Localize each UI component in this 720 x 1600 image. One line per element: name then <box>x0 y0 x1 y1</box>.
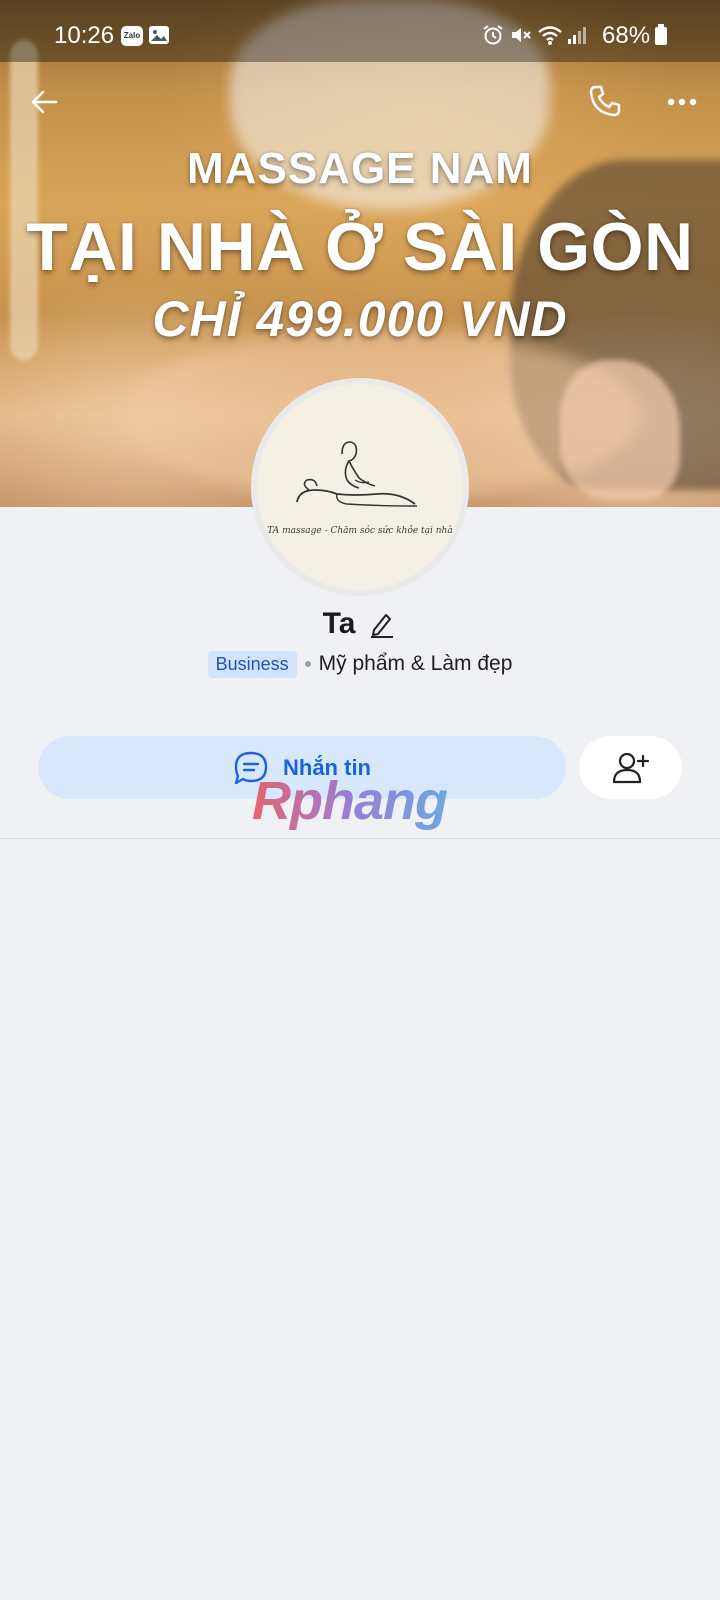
watermark: Rphang <box>252 770 472 831</box>
more-options-button[interactable] <box>660 80 704 124</box>
zalo-icon: Zalo <box>121 26 143 46</box>
separator-dot <box>304 661 311 667</box>
image-icon <box>149 26 169 44</box>
back-button[interactable] <box>22 80 66 124</box>
alarm-icon <box>483 25 503 45</box>
edit-name-button[interactable] <box>367 609 397 639</box>
cover-headline-1: MASSAGE NAM <box>187 144 533 193</box>
signal-icon <box>568 27 586 44</box>
massage-logo-icon <box>296 441 418 507</box>
profile-meta-row: Business Mỹ phẩm & Làm đẹp <box>0 649 720 679</box>
battery-percent: 68% <box>602 22 651 49</box>
profile-name: Ta <box>322 607 356 640</box>
add-user-icon <box>612 752 649 783</box>
cover-shape <box>560 360 680 500</box>
profile-name-row: Ta <box>0 604 720 644</box>
avatar[interactable]: TA massage - Chăm sóc sức khỏe tại nhà <box>251 378 469 596</box>
cover-price: CHỈ 499.000 VND <box>152 291 568 347</box>
wifi-icon <box>538 26 562 45</box>
phone-icon <box>589 85 621 117</box>
business-badge: Business <box>207 650 297 678</box>
add-friend-button[interactable] <box>579 736 682 799</box>
status-time: 10:26 <box>54 22 115 49</box>
battery-icon <box>655 24 667 45</box>
more-horizontal-icon <box>667 98 697 106</box>
pencil-icon <box>371 614 394 638</box>
status-bar: 10:26 Zalo 68% <box>0 0 720 72</box>
arrow-left-icon <box>31 90 58 114</box>
section-divider <box>0 838 720 839</box>
business-category: Mỹ phẩm & Làm đẹp <box>318 652 513 675</box>
call-button[interactable] <box>582 78 628 124</box>
avatar-caption: TA massage - Chăm sóc sức khỏe tại nhà <box>267 526 453 536</box>
cover-headline-2: TẠI NHÀ Ở SÀI GÒN <box>26 209 694 285</box>
mute-icon <box>512 28 531 42</box>
